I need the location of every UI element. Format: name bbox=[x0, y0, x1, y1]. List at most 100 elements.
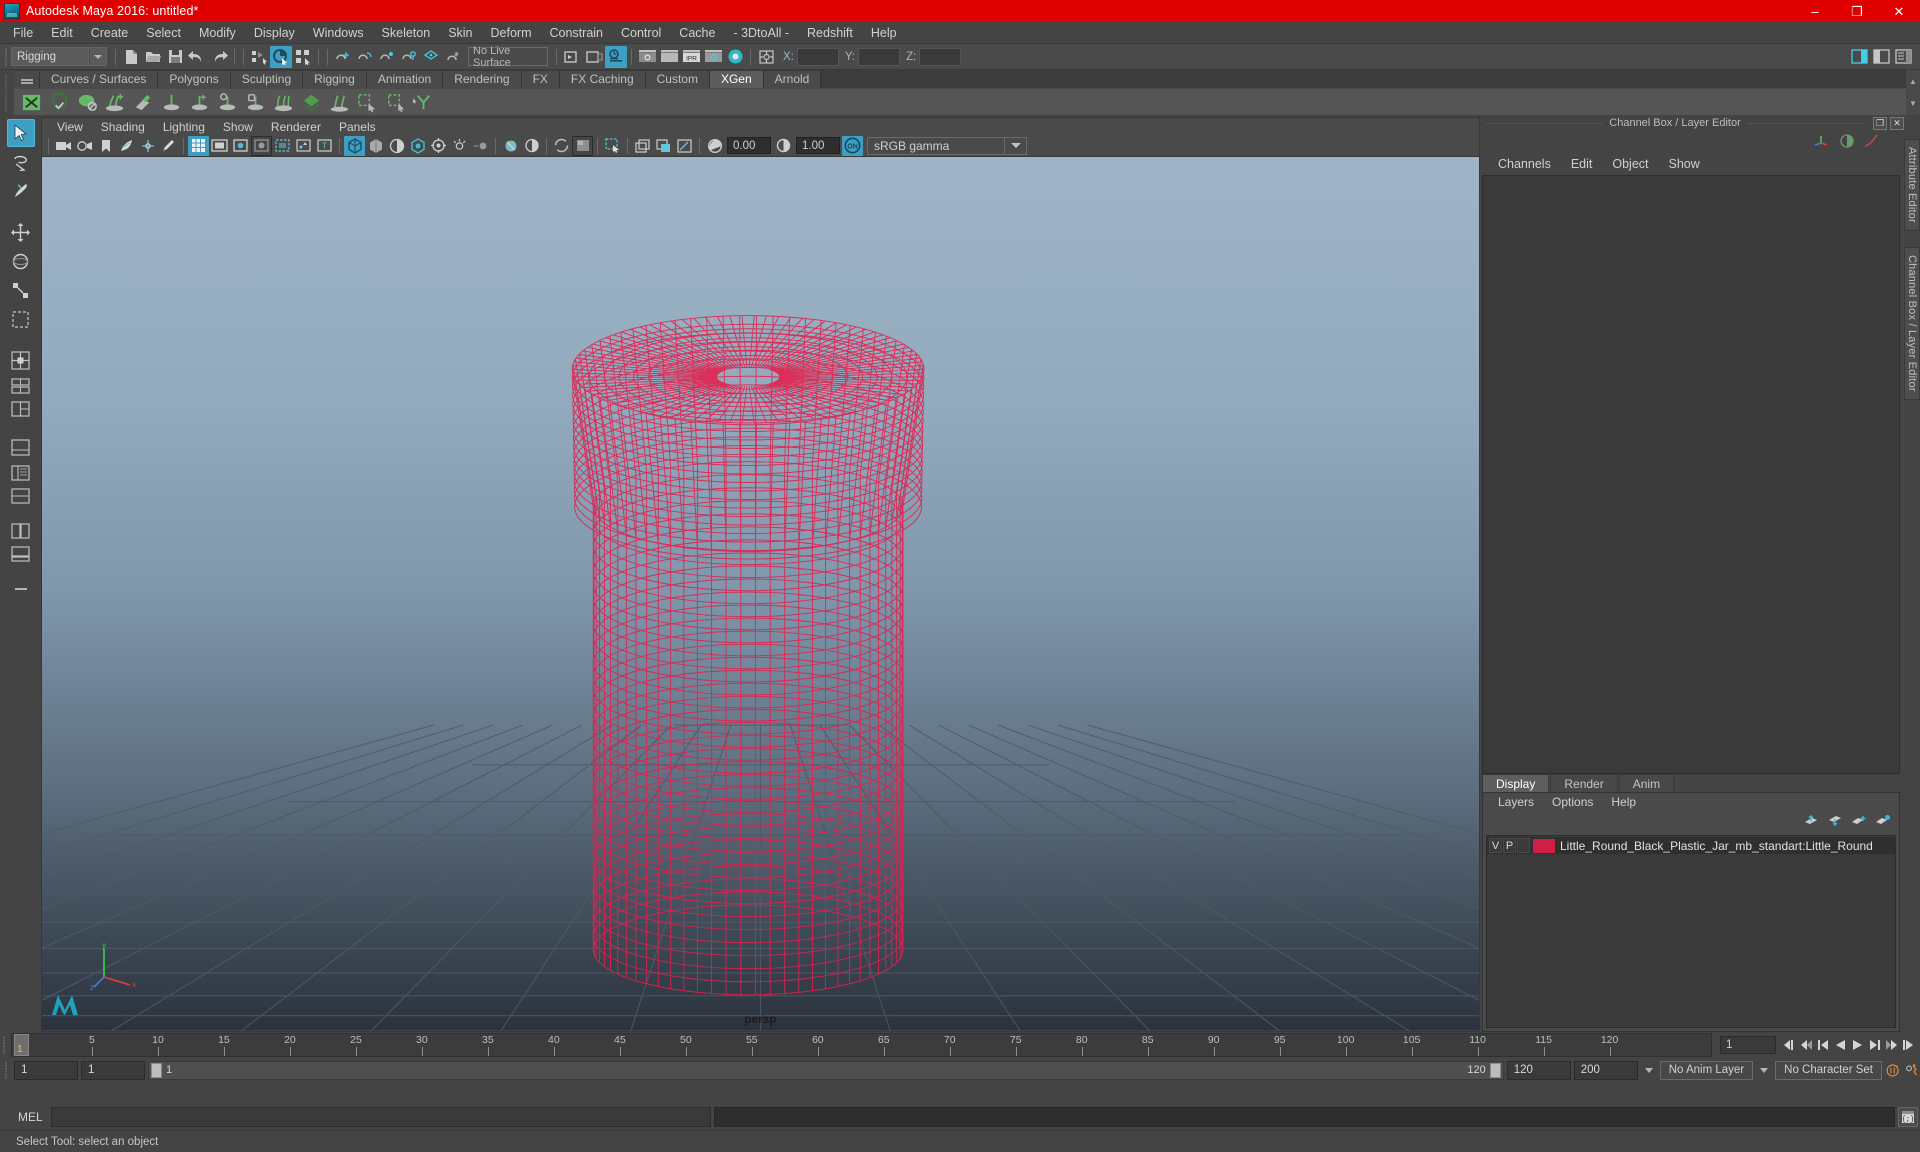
open-scene-icon[interactable] bbox=[142, 46, 164, 68]
texture-toggle-icon[interactable]: T bbox=[314, 136, 335, 156]
time-slider[interactable]: 1 5 10 15 20 25 30 35 40 45 50 55 60 65 70 75 80 85 90 95 1… bbox=[11, 1033, 1712, 1057]
two-d-pan-zoom-icon[interactable] bbox=[137, 136, 158, 156]
range-handle-left[interactable] bbox=[151, 1062, 162, 1078]
render-settings-window-icon[interactable] bbox=[702, 46, 724, 68]
snap-view-plane-icon[interactable] bbox=[420, 46, 442, 68]
menu-skin[interactable]: Skin bbox=[439, 23, 481, 43]
shelf-icon-3[interactable] bbox=[74, 90, 100, 115]
select-tool-button[interactable] bbox=[6, 119, 35, 147]
layer-menu-layers[interactable]: Layers bbox=[1489, 793, 1543, 811]
snap-magnet-icon[interactable] bbox=[442, 46, 464, 68]
anim-layer-select[interactable]: No Anim Layer bbox=[1659, 1060, 1754, 1080]
layer-list[interactable]: V P Little_Round_Black_Plastic_Jar_mb_stan… bbox=[1486, 835, 1896, 1028]
layout-two-stacked-button[interactable] bbox=[7, 375, 35, 397]
viewport-menu-shading[interactable]: Shading bbox=[92, 118, 154, 136]
shelf-icon-13[interactable] bbox=[354, 90, 380, 115]
character-set-dropdown-arrow[interactable] bbox=[1756, 1061, 1772, 1080]
persp-dope-layout-button[interactable] bbox=[7, 543, 35, 565]
move-layer-up-icon[interactable] bbox=[1803, 814, 1819, 830]
film-gate-icon[interactable] bbox=[209, 136, 230, 156]
select-object-icon[interactable] bbox=[270, 45, 292, 68]
scale-tool-button[interactable] bbox=[7, 276, 35, 304]
render-current-frame-icon[interactable] bbox=[636, 46, 658, 68]
redo-render-icon[interactable] bbox=[658, 46, 680, 68]
shelf-icon-6[interactable] bbox=[158, 90, 184, 115]
menu-skeleton[interactable]: Skeleton bbox=[373, 23, 440, 43]
perspective-viewport[interactable]: y x z persp bbox=[41, 157, 1480, 1032]
select-component-icon[interactable] bbox=[292, 46, 314, 68]
live-surface-field[interactable]: No Live Surface bbox=[468, 45, 548, 69]
ipr-render-icon[interactable]: IPR bbox=[680, 46, 702, 68]
play-forwards-icon[interactable] bbox=[1849, 1036, 1865, 1054]
viewport-menu-panels[interactable]: Panels bbox=[330, 118, 385, 136]
layer-tab-render[interactable]: Render bbox=[1550, 774, 1618, 792]
shelf-icon-7[interactable] bbox=[186, 90, 212, 115]
view-transform-icon[interactable] bbox=[572, 135, 593, 156]
motion-blur-icon[interactable] bbox=[470, 136, 491, 156]
shelf-icon-9[interactable] bbox=[242, 90, 268, 115]
ambient-occlusion-icon[interactable] bbox=[449, 136, 470, 156]
xray-mode-icon[interactable] bbox=[344, 135, 365, 156]
viewport-menu-renderer[interactable]: Renderer bbox=[262, 118, 330, 136]
bookmark-icon[interactable] bbox=[95, 136, 116, 156]
channel-box-content[interactable] bbox=[1482, 175, 1900, 774]
soft-select-tool-button[interactable] bbox=[7, 305, 35, 333]
viewport-menu-show[interactable]: Show bbox=[214, 118, 262, 136]
show-tool-settings-icon[interactable] bbox=[1870, 46, 1892, 68]
channelbox-menu-show[interactable]: Show bbox=[1659, 153, 1710, 175]
shelf-icon-14[interactable] bbox=[382, 90, 408, 115]
color-management-dropdown-arrow[interactable] bbox=[1005, 136, 1027, 155]
channel-box-curve-icon[interactable] bbox=[1864, 134, 1878, 151]
shelf-tab-custom[interactable]: Custom bbox=[645, 71, 710, 88]
side-tab-channel-box-layer-editor[interactable]: Channel Box / Layer Editor bbox=[1904, 246, 1920, 400]
step-back-frame-icon[interactable] bbox=[1815, 1036, 1831, 1054]
anim-layer-dropdown-arrow[interactable] bbox=[1641, 1061, 1657, 1080]
color-management-select[interactable]: sRGB gamma bbox=[867, 136, 1005, 155]
step-forward-frame-icon[interactable] bbox=[1866, 1036, 1882, 1054]
range-start-field[interactable]: 1 bbox=[14, 1060, 78, 1080]
snap-curve-icon[interactable] bbox=[354, 46, 376, 68]
smooth-shade-all-icon[interactable] bbox=[251, 135, 272, 156]
menu-set-selector[interactable]: Rigging bbox=[11, 47, 89, 66]
grid-toggle-icon[interactable] bbox=[188, 135, 209, 156]
layer-menu-help[interactable]: Help bbox=[1602, 793, 1645, 811]
menu-cache[interactable]: Cache bbox=[670, 23, 724, 43]
menu-select[interactable]: Select bbox=[137, 23, 190, 43]
shelf-scroll-down-icon[interactable]: ▼ bbox=[1906, 93, 1920, 116]
layer-state-toggle[interactable] bbox=[1517, 838, 1530, 853]
layer-tab-anim[interactable]: Anim bbox=[1618, 774, 1675, 792]
shelf-tab-fx[interactable]: FX bbox=[521, 71, 560, 88]
play-backwards-icon[interactable] bbox=[1832, 1036, 1848, 1054]
shelf-icon-12[interactable] bbox=[326, 90, 352, 115]
image-plane-icon[interactable] bbox=[116, 136, 137, 156]
menu-display[interactable]: Display bbox=[245, 23, 304, 43]
anim-end-field[interactable]: 120 bbox=[1506, 1060, 1571, 1080]
transform-pivot-icon[interactable] bbox=[755, 46, 777, 68]
go-to-end-icon[interactable] bbox=[1900, 1036, 1916, 1054]
hypershade-icon[interactable] bbox=[724, 46, 746, 68]
coord-y-input[interactable] bbox=[858, 47, 901, 66]
redo-icon[interactable] bbox=[208, 46, 230, 68]
select-camera-icon[interactable] bbox=[53, 136, 74, 156]
render-settings-icon[interactable] bbox=[605, 45, 627, 68]
new-layer-icon[interactable] bbox=[1851, 814, 1867, 830]
menu-create[interactable]: Create bbox=[82, 23, 138, 43]
shelf-icon-4[interactable] bbox=[102, 90, 128, 115]
script-editor-button[interactable]: {;} bbox=[1898, 1107, 1918, 1127]
menu-redshift[interactable]: Redshift bbox=[798, 23, 862, 43]
lasso-select-tool-button[interactable] bbox=[7, 148, 35, 176]
shadow-toggle-icon[interactable] bbox=[407, 136, 428, 156]
shelf-icon-11[interactable] bbox=[298, 90, 324, 115]
shelf-icon-10[interactable] bbox=[270, 90, 296, 115]
single-perspective-view-button[interactable] bbox=[7, 433, 35, 461]
go-to-start-icon[interactable] bbox=[1781, 1036, 1797, 1054]
shelf-tab-rendering[interactable]: Rendering bbox=[443, 71, 522, 88]
undo-icon[interactable] bbox=[186, 46, 208, 68]
shelf-icon-1[interactable] bbox=[18, 90, 44, 115]
show-channel-box-icon[interactable] bbox=[1892, 46, 1914, 68]
playback-end-field[interactable]: 200 bbox=[1573, 1060, 1638, 1080]
side-tab-attribute-editor[interactable]: Attribute Editor bbox=[1904, 139, 1920, 231]
layout-expand-button[interactable] bbox=[7, 578, 35, 600]
auto-keyframe-icon[interactable] bbox=[1904, 1061, 1920, 1079]
shelf-tab-arnold[interactable]: Arnold bbox=[763, 71, 822, 88]
